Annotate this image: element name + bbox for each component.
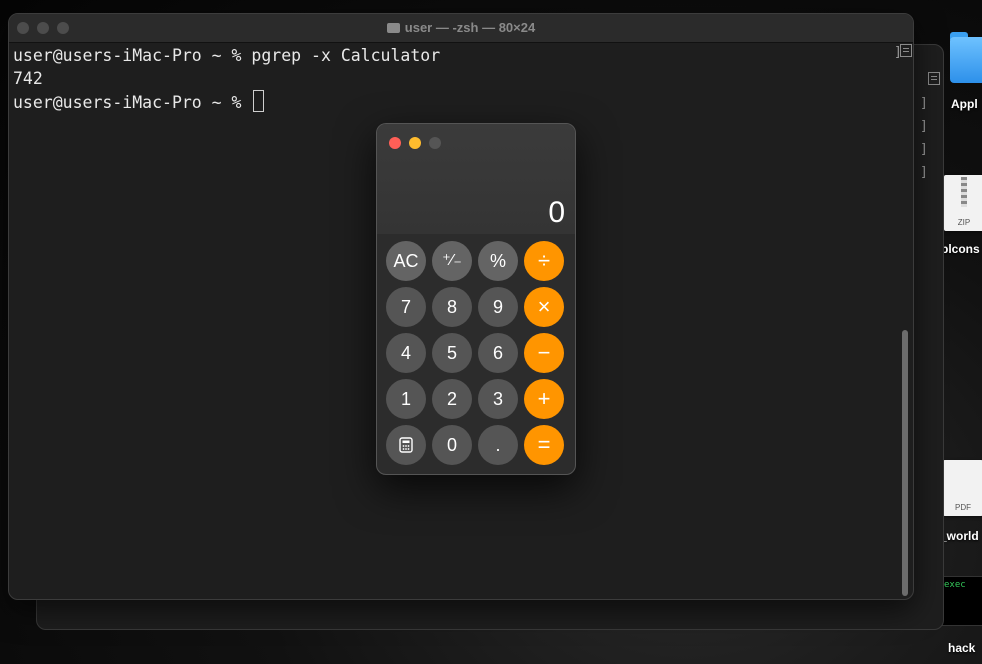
- all-clear-button[interactable]: AC: [386, 241, 426, 281]
- scrollbar[interactable]: [899, 44, 911, 597]
- scrollbar-thumb[interactable]: [902, 330, 908, 596]
- digit-5-button[interactable]: 5: [432, 333, 472, 373]
- text-cursor: [253, 90, 265, 112]
- bracket-marker: ]: [920, 96, 928, 111]
- calculator-display-area: 0: [377, 124, 575, 234]
- pdf-file-icon[interactable]: PDF: [943, 460, 982, 516]
- digit-0-button[interactable]: 0: [432, 425, 472, 465]
- folder-icon: [386, 23, 400, 33]
- file-ext-label: PDF: [955, 503, 971, 512]
- window-titlebar[interactable]: user — -zsh — 80×24: [9, 14, 913, 43]
- window-title: user — -zsh — 80×24: [9, 20, 913, 35]
- file-ext-label: ZIP: [957, 218, 971, 227]
- bracket-marker: ]: [920, 165, 928, 180]
- plus-minus-button[interactable]: ⁺∕₋: [432, 241, 472, 281]
- close-button[interactable]: [389, 137, 401, 149]
- digit-6-button[interactable]: 6: [478, 333, 518, 373]
- divide-button[interactable]: ÷: [524, 241, 564, 281]
- add-button[interactable]: +: [524, 379, 564, 419]
- digit-8-button[interactable]: 8: [432, 287, 472, 327]
- equals-button[interactable]: =: [524, 425, 564, 465]
- subtract-button[interactable]: −: [524, 333, 564, 373]
- split-pane-icon[interactable]: [928, 72, 940, 85]
- digit-3-button[interactable]: 3: [478, 379, 518, 419]
- digit-9-button[interactable]: 9: [478, 287, 518, 327]
- calculator-window[interactable]: 0 AC ⁺∕₋ % ÷ 7 8 9 × 4 5 6 − 1 2 3 + 0 .…: [376, 123, 576, 475]
- desktop-item-label[interactable]: hack: [948, 641, 975, 655]
- digit-4-button[interactable]: 4: [386, 333, 426, 373]
- digit-1-button[interactable]: 1: [386, 379, 426, 419]
- calculator-icon: [399, 437, 413, 453]
- terminal-line: user@users-iMac-Pro ~ %: [13, 93, 252, 112]
- calculator-mode-button[interactable]: [386, 425, 426, 465]
- percent-button[interactable]: %: [478, 241, 518, 281]
- desktop-item-label[interactable]: Appl: [951, 97, 978, 111]
- prompt-line[interactable]: user@users-iMac-Pro ~ %: [13, 90, 897, 114]
- digit-7-button[interactable]: 7: [386, 287, 426, 327]
- decimal-button[interactable]: .: [478, 425, 518, 465]
- terminal-line: user@users-iMac-Pro ~ % pgrep -x Calcula…: [13, 46, 441, 65]
- bracket-marker: ]: [920, 142, 928, 157]
- zoom-button[interactable]: [429, 137, 441, 149]
- window-title-text: user — -zsh — 80×24: [404, 20, 536, 35]
- terminal-line: 742: [13, 69, 43, 88]
- minimize-button[interactable]: [409, 137, 421, 149]
- desktop-item-label[interactable]: plcons: [941, 242, 980, 256]
- digit-2-button[interactable]: 2: [432, 379, 472, 419]
- bracket-marker: ]: [920, 119, 928, 134]
- calculator-display: 0: [548, 196, 565, 229]
- zip-file-icon[interactable]: ZIP: [944, 175, 982, 231]
- desktop-item-label[interactable]: _world: [940, 529, 979, 543]
- preview-text: exec: [944, 580, 966, 590]
- folder-icon[interactable]: [950, 32, 982, 84]
- multiply-button[interactable]: ×: [524, 287, 564, 327]
